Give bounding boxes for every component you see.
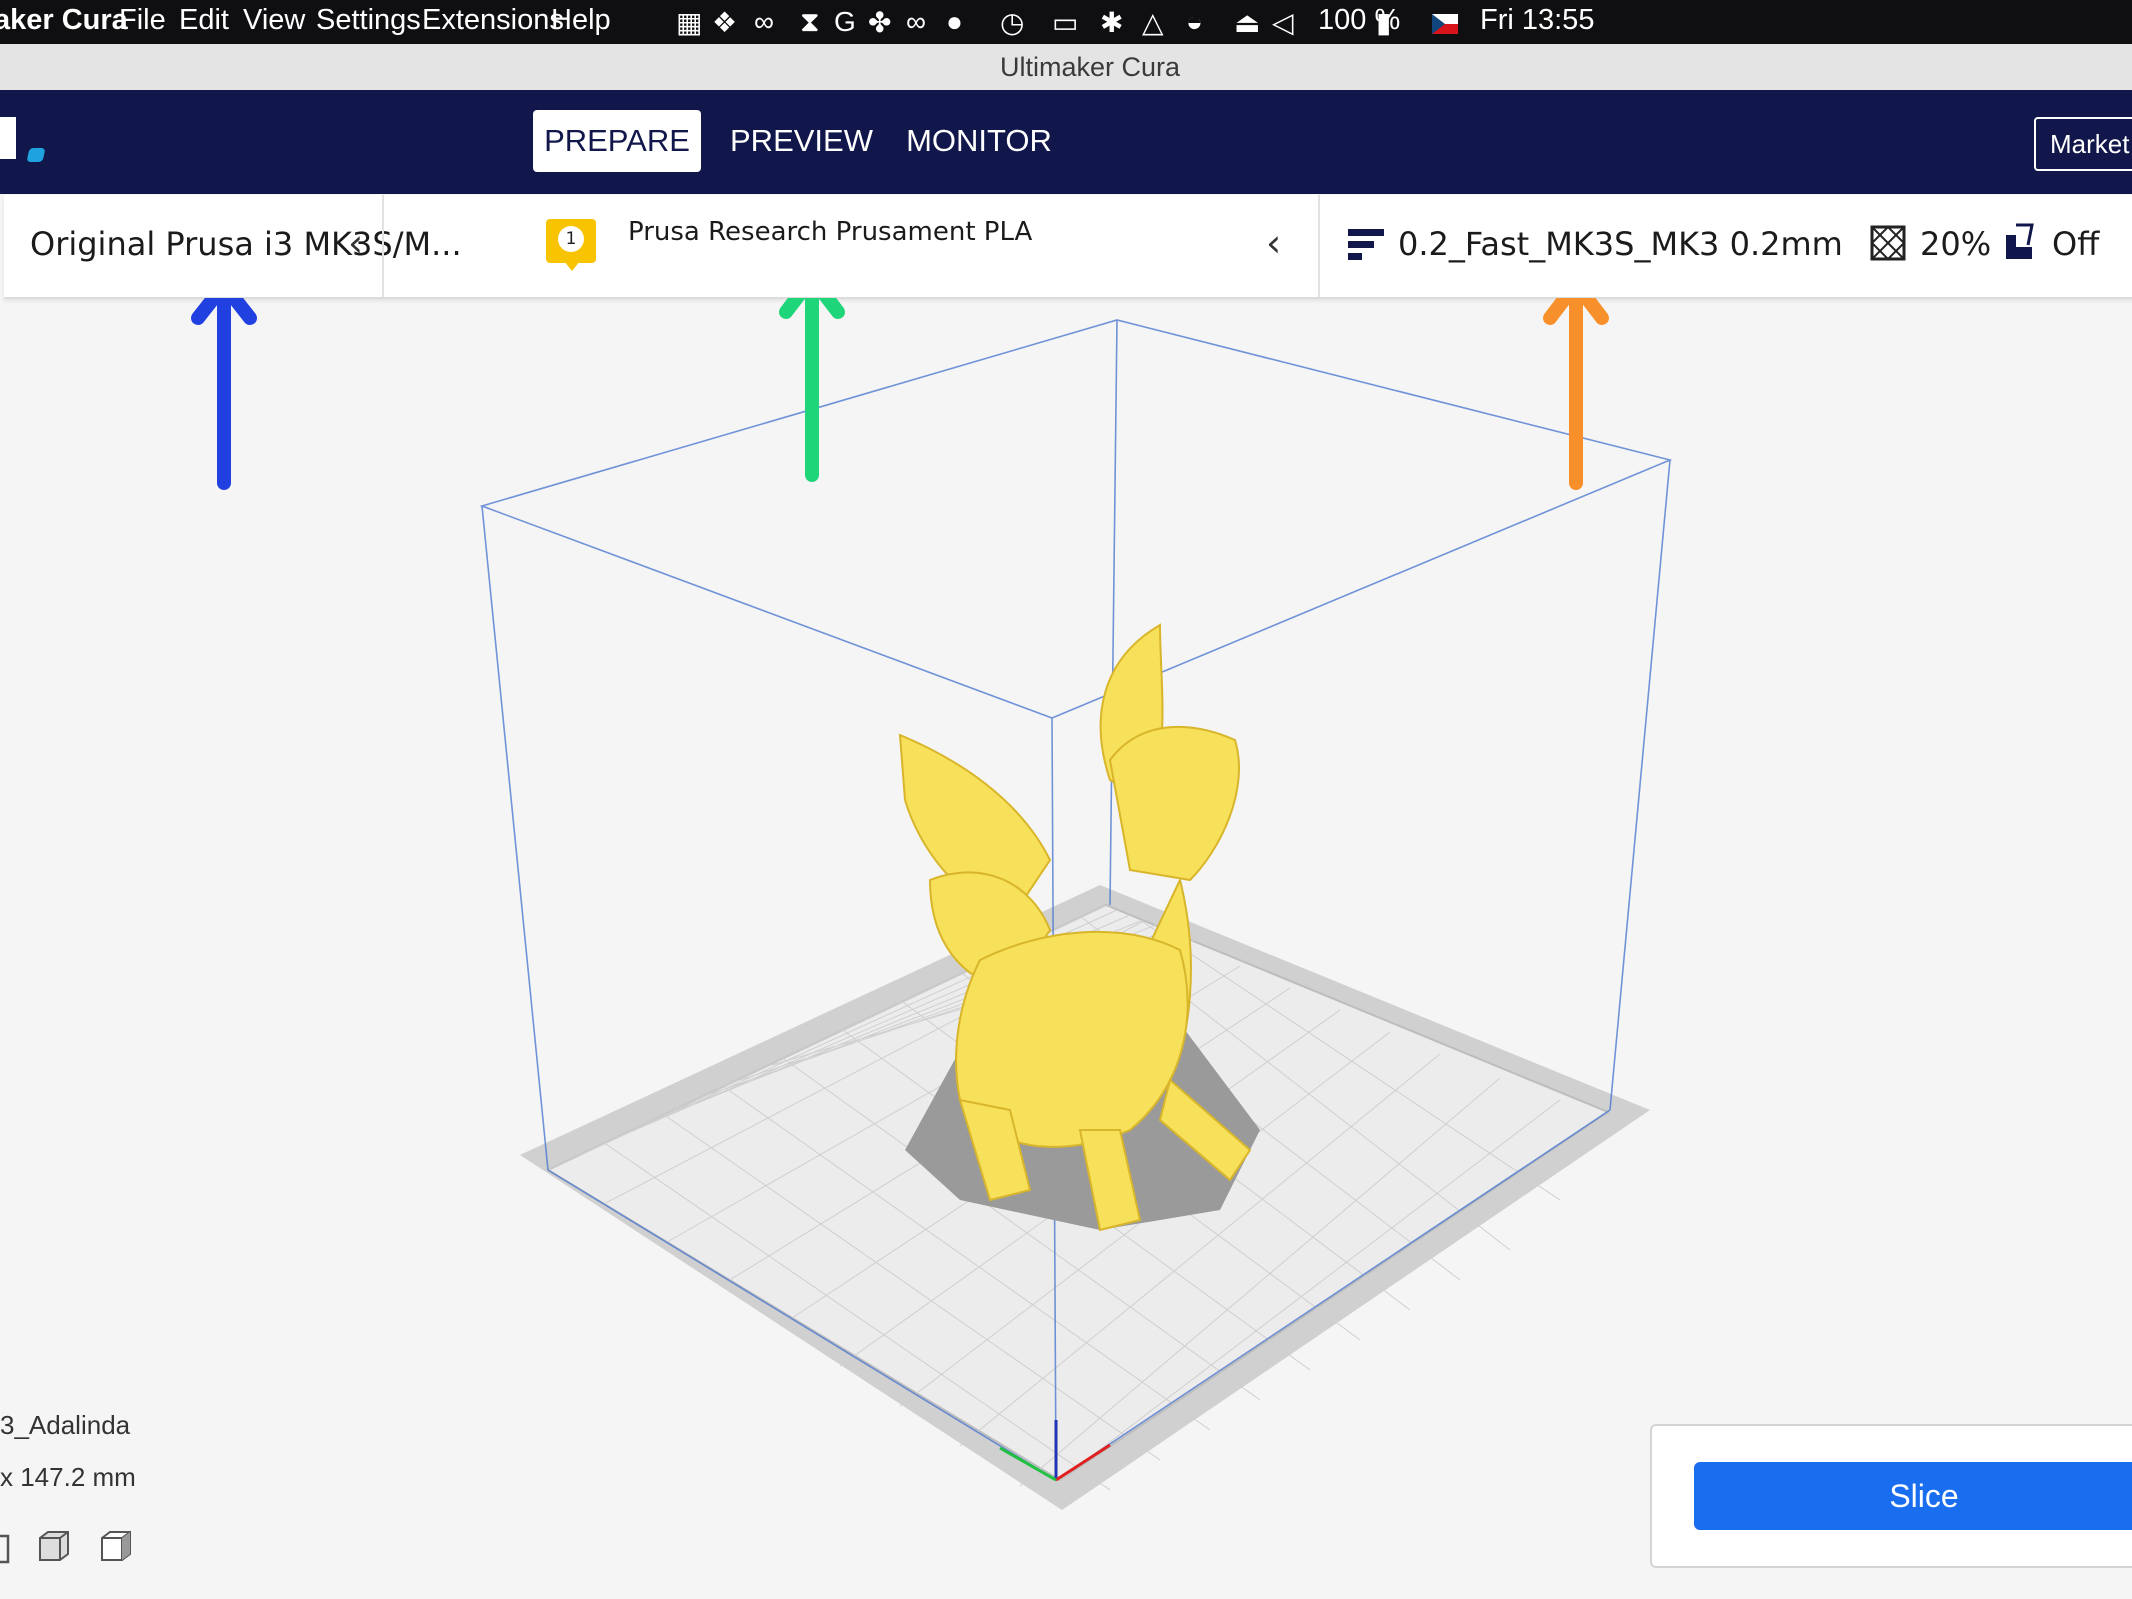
stage-preview[interactable]: PREVIEW: [730, 110, 873, 172]
printer-selector[interactable]: Original Prusa i3 MK3S/M...: [30, 225, 462, 263]
divider: [382, 195, 384, 297]
glasses-icon[interactable]: ∞: [906, 6, 926, 38]
satellite-icon[interactable]: ✤: [868, 6, 891, 39]
creative-cloud-icon[interactable]: ∞: [754, 6, 774, 38]
material-arrow: [779, 298, 845, 482]
time-machine-icon[interactable]: ◷: [1000, 6, 1024, 39]
slice-button[interactable]: Slice: [1694, 1462, 2132, 1530]
profile-arrow: [1543, 298, 1609, 490]
annotation-arrows: [191, 298, 1609, 490]
view-top-icon[interactable]: [36, 1528, 72, 1568]
infill-icon: [1870, 225, 1906, 265]
divider: [1318, 195, 1320, 297]
cura-header: PREPARE PREVIEW MONITOR Market: [0, 90, 2132, 194]
stage-monitor[interactable]: MONITOR: [905, 110, 1053, 172]
stage-prepare[interactable]: PREPARE: [533, 110, 701, 172]
object-name: 3_Adalinda: [0, 1410, 131, 1440]
view-front-icon[interactable]: [0, 1530, 12, 1568]
menubar-clock[interactable]: Fri 13:55: [1480, 4, 1594, 37]
app-menu[interactable]: aker Cura: [0, 4, 128, 37]
infill-value[interactable]: 20%: [1920, 225, 1991, 263]
profile-selector[interactable]: 0.2_Fast_MK3S_MK3 0.2mm: [1398, 225, 1843, 263]
flag-cz-icon[interactable]: [1432, 6, 1458, 38]
volume-icon[interactable]: ◁: [1272, 6, 1294, 39]
material-selector[interactable]: Prusa Research Prusament PLA: [628, 217, 1032, 247]
bluetooth-icon[interactable]: ✱: [1100, 6, 1123, 39]
support-icon: [2002, 223, 2036, 265]
support-value[interactable]: Off: [2052, 225, 2099, 263]
eject-icon[interactable]: ⏏: [1234, 6, 1260, 39]
window-title: Ultimaker Cura: [999, 52, 1181, 82]
printer-chevron-icon[interactable]: ‹: [348, 221, 363, 265]
menu-extensions[interactable]: Extensions: [422, 4, 564, 37]
object-dimensions: x 147.2 mm: [0, 1462, 136, 1492]
badge-tail: [564, 261, 580, 271]
view-side-icon[interactable]: [98, 1528, 134, 1568]
marketplace-button[interactable]: Market: [2034, 117, 2132, 171]
3d-viewport[interactable]: [0, 298, 2132, 1599]
extruder-badge-icon: 1: [546, 219, 596, 271]
dropbox-icon[interactable]: ❖: [712, 6, 737, 39]
notification-icon[interactable]: ●: [946, 6, 963, 38]
window-titlebar: Ultimaker Cura: [0, 44, 2132, 91]
charging-battery-icon[interactable]: ▮: [1376, 6, 1391, 39]
profile-icon: [1348, 229, 1384, 267]
paperclip-icon[interactable]: ⧗: [800, 6, 820, 39]
cura-logo-dot: [26, 148, 46, 162]
macos-menubar: aker Cura File Edit View Settings Extens…: [0, 0, 2132, 44]
extruder-number: 1: [558, 226, 584, 252]
menu-file[interactable]: File: [119, 4, 166, 37]
cura-logo-icon: [0, 117, 16, 159]
airplay-icon[interactable]: △: [1142, 6, 1164, 39]
printer-arrow: [191, 298, 257, 490]
material-chevron-icon[interactable]: ‹: [1266, 221, 1281, 265]
menu-settings[interactable]: Settings: [316, 4, 421, 37]
menu-help[interactable]: Help: [551, 4, 611, 37]
battery-meter-icon[interactable]: ▭: [1052, 6, 1078, 39]
menu-edit[interactable]: Edit: [179, 4, 229, 37]
grammarly-icon[interactable]: G: [834, 6, 856, 38]
slice-panel: Slice: [1650, 1424, 2132, 1568]
bookmark-icon[interactable]: ▦: [676, 6, 702, 39]
wifi-icon[interactable]: ◒: [1186, 6, 1203, 38]
settings-bar: Original Prusa i3 MK3S/M... ‹ 1 Prusa Re…: [4, 195, 2132, 299]
menu-view[interactable]: View: [243, 4, 305, 37]
